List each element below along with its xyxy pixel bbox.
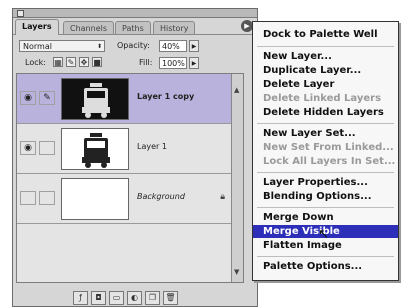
pointer-cursor-icon: ↖ (318, 227, 329, 242)
tab-channels[interactable]: Channels (63, 21, 115, 35)
fill-field[interactable]: 100% (159, 57, 187, 69)
layer-name: Background (137, 192, 185, 201)
menu-item-layer-properties[interactable]: Layer Properties... (263, 176, 394, 189)
layer-name: Layer 1 copy (137, 92, 195, 101)
layer-thumbnail (61, 128, 129, 170)
eye-icon[interactable]: ◉ (20, 141, 36, 155)
tab-history[interactable]: History (153, 21, 196, 35)
scroll-down-icon[interactable]: ▼ (234, 268, 239, 276)
menu-item-new-layer-set[interactable]: New Layer Set... (263, 127, 394, 140)
link-slot[interactable] (39, 191, 55, 205)
lock-icon: 🔒︎ (220, 192, 225, 202)
layer-thumbnail (61, 78, 129, 120)
palette-tabs: Layers Channels Paths History (15, 19, 257, 35)
eye-icon[interactable]: ◉ (20, 91, 36, 105)
fill-label: Fill: (139, 58, 153, 67)
layers-scrollbar[interactable]: ▲ ▼ (231, 74, 243, 282)
lock-all-icon[interactable]: ■ (92, 57, 102, 67)
menu-item-new-layer[interactable]: New Layer... (263, 50, 394, 63)
menu-item-merge-down[interactable]: Merge Down (263, 211, 394, 224)
layer-thumbnail (61, 178, 129, 220)
tab-paths[interactable]: Paths (115, 21, 151, 35)
lock-position-icon[interactable]: ✥ (79, 57, 89, 67)
fill-slider-arrow-icon[interactable]: ▶ (189, 57, 199, 69)
menu-item-blending-options[interactable]: Blending Options... (263, 190, 394, 203)
menu-item-lock-all-layers-in-set[interactable]: Lock All Layers In Set... (263, 155, 395, 168)
menu-item-new-set-from-linked[interactable]: New Set From Linked... (263, 141, 394, 154)
menu-item-delete-linked-layers[interactable]: Delete Linked Layers (263, 92, 394, 105)
close-box[interactable] (17, 10, 24, 17)
link-slot[interactable] (39, 141, 55, 155)
menu-item-duplicate-layer[interactable]: Duplicate Layer... (263, 64, 394, 77)
palette-titlebar[interactable] (13, 9, 257, 18)
menu-item-dock-to-palette-well[interactable]: Dock to Palette Well (263, 28, 394, 41)
palette-options-menu: Dock to Palette Well New Layer... Duplic… (252, 21, 399, 281)
menu-item-delete-layer[interactable]: Delete Layer (263, 78, 394, 91)
layer-row[interactable]: ◉ Layer 1 (17, 124, 243, 174)
lock-transparency-icon[interactable]: ▦ (53, 57, 63, 67)
opacity-slider-arrow-icon[interactable]: ▶ (189, 40, 199, 52)
trash-icon[interactable]: 🗑︎ (163, 291, 178, 305)
layers-palette: Layers Channels Paths History ▶ Normal ⬍… (12, 8, 258, 307)
scroll-up-icon[interactable]: ▲ (234, 86, 239, 94)
tab-layers[interactable]: Layers (15, 19, 59, 35)
blend-mode-value: Normal (23, 42, 52, 51)
menu-item-delete-hidden-layers[interactable]: Delete Hidden Layers (263, 106, 394, 119)
eye-slot[interactable] (20, 191, 36, 205)
brush-icon[interactable]: ✎ (39, 91, 55, 105)
lock-image-icon[interactable]: ✎ (66, 57, 76, 67)
layer-row[interactable]: Background 🔒︎ (17, 174, 243, 224)
lock-label: Lock: (25, 58, 46, 67)
chevron-updown-icon: ⬍ (96, 43, 102, 50)
new-layer-icon[interactable]: ❐ (145, 291, 160, 305)
add-mask-icon[interactable]: ◘ (91, 291, 106, 305)
lock-fill-row: Lock: ▦ ✎ ✥ ■ Fill: 100% ▶ (13, 55, 257, 73)
layer-style-icon[interactable]: ƒ (73, 291, 88, 305)
menu-item-palette-options[interactable]: Palette Options... (263, 260, 394, 273)
layer-row[interactable]: ◉ ✎ Layer 1 copy (17, 74, 243, 124)
opacity-field[interactable]: 40% (159, 40, 187, 52)
layer-name: Layer 1 (137, 142, 167, 151)
layers-list: ◉ ✎ Layer 1 copy ◉ Layer 1 Background 🔒︎… (16, 73, 244, 283)
new-set-icon[interactable]: ▭ (109, 291, 124, 305)
blend-mode-select[interactable]: Normal ⬍ (19, 40, 105, 52)
adjustment-layer-icon[interactable]: ◐ (127, 291, 142, 305)
opacity-label: Opacity: (117, 41, 150, 50)
